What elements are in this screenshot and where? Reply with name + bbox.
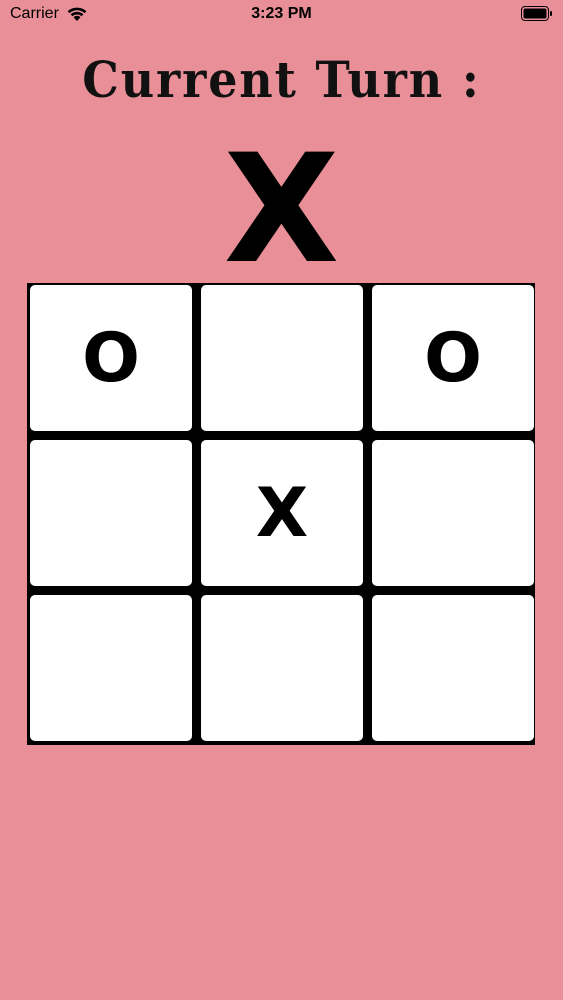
board-cell-2[interactable] — [201, 285, 363, 431]
board-cell-5[interactable]: X — [201, 440, 363, 586]
game-board: O O X — [27, 283, 535, 745]
status-time: 3:23 PM — [251, 5, 312, 22]
board-cell-7[interactable] — [30, 595, 192, 741]
page-title: Current Turn : — [82, 50, 481, 109]
board-cell-3[interactable]: O — [372, 285, 534, 431]
board-cell-8[interactable] — [201, 595, 363, 741]
board-cell-6[interactable] — [372, 440, 534, 586]
status-bar: Carrier 3:23 PM — [0, 0, 563, 30]
board-cell-9[interactable] — [372, 595, 534, 741]
current-turn-indicator: X — [223, 123, 340, 297]
battery-icon — [521, 6, 552, 21]
board-cell-1[interactable]: O — [30, 285, 192, 431]
board-cell-4[interactable] — [30, 440, 192, 586]
